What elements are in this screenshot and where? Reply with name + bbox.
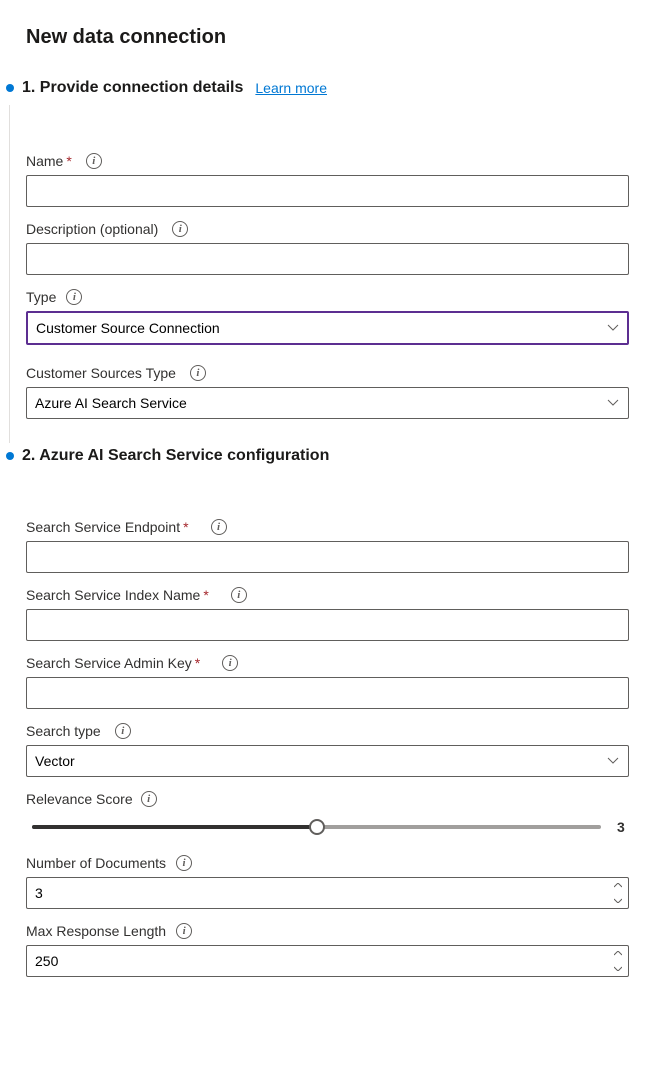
searchtype-label: Search type <box>26 723 101 739</box>
maxresp-down-button[interactable] <box>608 961 628 976</box>
required-marker: * <box>183 519 188 535</box>
endpoint-input[interactable] <box>26 541 629 573</box>
numdocs-down-button[interactable] <box>608 893 628 908</box>
field-index-name: Search Service Index Name * i <box>26 587 629 641</box>
info-icon[interactable]: i <box>115 723 131 739</box>
field-admin-key: Search Service Admin Key * i <box>26 655 629 709</box>
section-connector-line <box>9 105 10 443</box>
page-title: New data connection <box>0 0 655 49</box>
section-1-title: 1. Provide connection details <box>22 79 243 97</box>
field-type: Type i Customer Source Connection <box>26 289 629 345</box>
field-endpoint: Search Service Endpoint * i <box>26 519 629 573</box>
index-input[interactable] <box>26 609 629 641</box>
section-2-body: Search Service Endpoint * i Search Servi… <box>0 519 655 977</box>
field-max-response: Max Response Length i <box>26 923 629 977</box>
cust-src-type-value: Azure AI Search Service <box>35 395 187 411</box>
section-1-header: 1. Provide connection details Learn more <box>0 79 655 97</box>
relevance-label: Relevance Score <box>26 791 133 807</box>
adminkey-input[interactable] <box>26 677 629 709</box>
numdocs-input[interactable] <box>26 877 629 909</box>
field-relevance-score: Relevance Score i 3 <box>26 791 629 841</box>
info-icon[interactable]: i <box>190 365 206 381</box>
description-label: Description (optional) <box>26 221 158 237</box>
maxresp-up-button[interactable] <box>608 946 628 961</box>
cust-src-type-label: Customer Sources Type <box>26 365 176 381</box>
maxresp-label: Max Response Length <box>26 923 166 939</box>
section-2-title: 2. Azure AI Search Service configuration <box>22 447 329 465</box>
required-marker: * <box>66 153 71 169</box>
bullet-icon <box>6 84 14 92</box>
index-label: Search Service Index Name <box>26 587 200 603</box>
info-icon[interactable]: i <box>176 855 192 871</box>
required-marker: * <box>203 587 208 603</box>
maxresp-input[interactable] <box>26 945 629 977</box>
description-input[interactable] <box>26 243 629 275</box>
field-customer-sources-type: Customer Sources Type i Azure AI Search … <box>26 365 629 419</box>
info-icon[interactable]: i <box>86 153 102 169</box>
cust-src-type-select[interactable]: Azure AI Search Service <box>26 387 629 419</box>
type-select-value: Customer Source Connection <box>36 320 220 336</box>
numdocs-label: Number of Documents <box>26 855 166 871</box>
learn-more-link[interactable]: Learn more <box>255 80 327 96</box>
section-1-body: Name * i Description (optional) i Type i… <box>0 153 655 419</box>
numdocs-up-button[interactable] <box>608 878 628 893</box>
section-2-header: 2. Azure AI Search Service configuration <box>0 447 655 465</box>
info-icon[interactable]: i <box>222 655 238 671</box>
slider-thumb[interactable] <box>309 819 325 835</box>
info-icon[interactable]: i <box>231 587 247 603</box>
adminkey-label: Search Service Admin Key <box>26 655 192 671</box>
required-marker: * <box>195 655 200 671</box>
field-description: Description (optional) i <box>26 221 629 275</box>
relevance-value: 3 <box>617 819 629 835</box>
field-name: Name * i <box>26 153 629 207</box>
info-icon[interactable]: i <box>176 923 192 939</box>
relevance-slider[interactable] <box>32 817 601 837</box>
searchtype-select[interactable]: Vector <box>26 745 629 777</box>
field-num-docs: Number of Documents i <box>26 855 629 909</box>
endpoint-label: Search Service Endpoint <box>26 519 180 535</box>
bullet-icon <box>6 452 14 460</box>
name-label: Name <box>26 153 63 169</box>
info-icon[interactable]: i <box>172 221 188 237</box>
type-label: Type <box>26 289 56 305</box>
field-search-type: Search type i Vector <box>26 723 629 777</box>
info-icon[interactable]: i <box>141 791 157 807</box>
type-select[interactable]: Customer Source Connection <box>26 311 629 345</box>
searchtype-value: Vector <box>35 753 75 769</box>
info-icon[interactable]: i <box>211 519 227 535</box>
info-icon[interactable]: i <box>66 289 82 305</box>
name-input[interactable] <box>26 175 629 207</box>
